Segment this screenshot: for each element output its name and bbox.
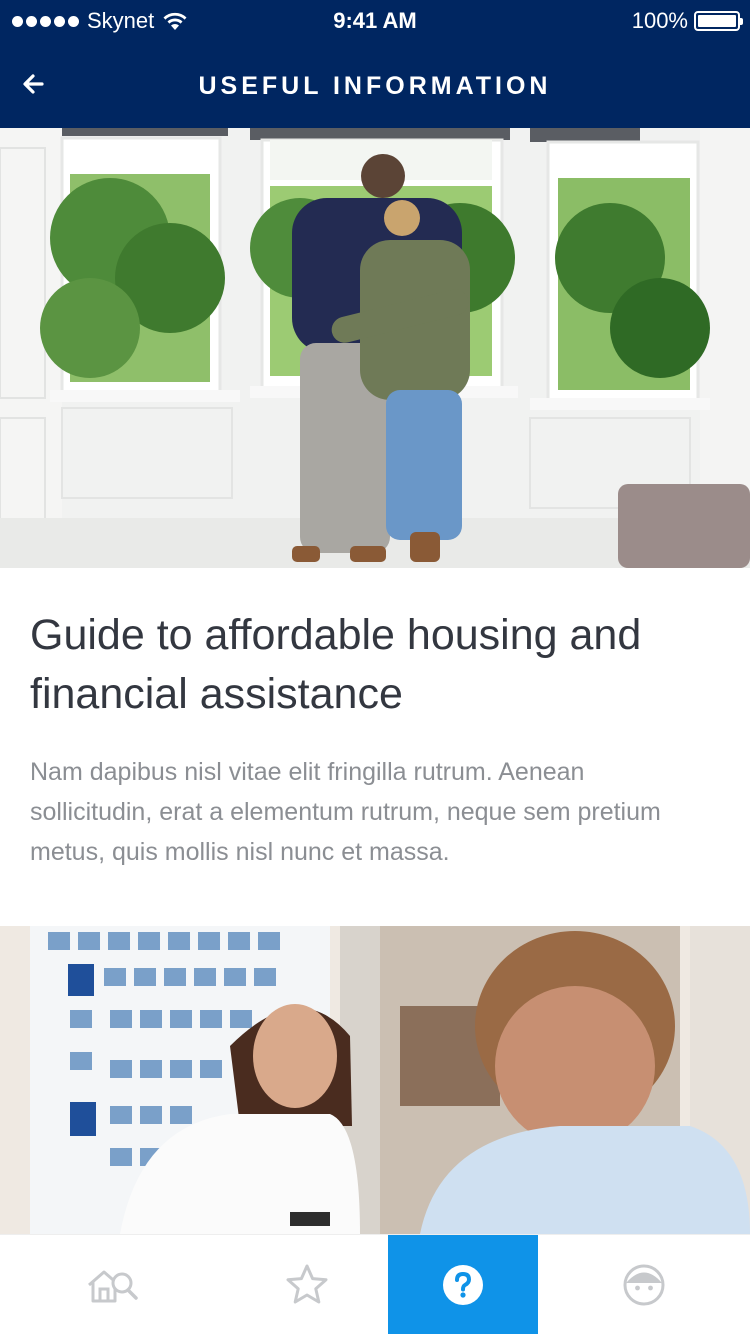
page-title: USEFUL INFORMATION	[198, 72, 552, 100]
home-search-icon	[87, 1270, 138, 1303]
agent-illustration	[0, 926, 750, 1234]
tab-profile[interactable]	[538, 1235, 750, 1334]
profile-icon	[623, 1264, 665, 1306]
status-right: 100%	[631, 8, 743, 34]
battery-percent: 100%	[631, 8, 688, 33]
top-bar: Skynet 9:41 AM 100% USEFUL INFORMATION	[0, 0, 750, 128]
tab-bar	[0, 1234, 750, 1334]
article-title[interactable]: Guide to affordable housing and financia…	[30, 606, 710, 724]
article-body: Nam dapibus nisl vitae elit fringilla ru…	[30, 758, 661, 866]
tab-favourites[interactable]	[225, 1235, 388, 1334]
status-bar: Skynet 9:41 AM 100%	[0, 0, 750, 40]
article-card[interactable]: Guide to affordable housing and financia…	[0, 568, 750, 926]
battery-icon	[694, 11, 743, 31]
couple-illustration	[0, 128, 750, 568]
star-icon	[286, 1264, 327, 1304]
tab-useful-information[interactable]	[388, 1235, 538, 1334]
tab-search-home[interactable]	[0, 1235, 225, 1334]
question-icon	[443, 1265, 483, 1305]
hero-image-agent	[0, 926, 750, 1234]
hero-image-couple	[0, 128, 750, 568]
nav-bar: USEFUL INFORMATION	[0, 40, 750, 128]
